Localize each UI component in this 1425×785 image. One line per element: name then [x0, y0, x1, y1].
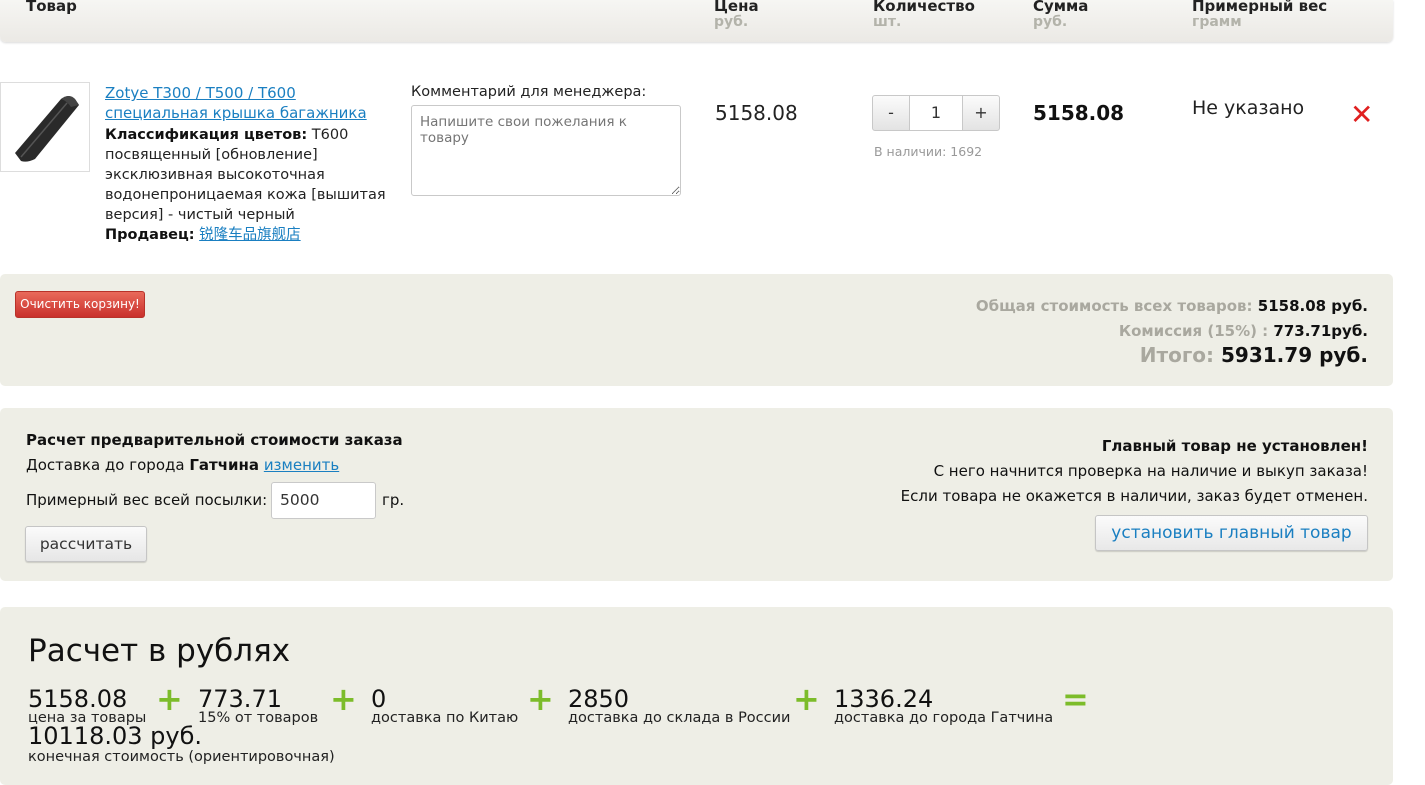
- total-goods-row: Общая стоимость всех товаров: 5158.08 ру…: [975, 297, 1368, 315]
- seller-link[interactable]: 锐隆车品旗舰店: [199, 227, 301, 243]
- cart-table-header: Товар Цена руб. Количество шт. Сумма руб…: [0, 0, 1393, 42]
- delivery-city-line: Доставка до города Гатчина изменить: [26, 456, 340, 474]
- set-main-item-button[interactable]: установить главный товар: [1095, 515, 1368, 551]
- estimate-title: Расчет предварительной стоимости заказа: [26, 431, 403, 449]
- item-sum: 5158.08: [1033, 101, 1125, 125]
- manager-comment-input[interactable]: [411, 105, 681, 196]
- change-city-link[interactable]: изменить: [264, 456, 339, 474]
- grand-total-row: Итого: 5931.79 руб.: [1139, 343, 1368, 367]
- item-price: 5158.08: [715, 101, 798, 125]
- product-name-link[interactable]: Zotye T300 / T500 / T600 специальная кры…: [105, 83, 395, 123]
- plus-sign: +: [156, 680, 183, 718]
- main-item-info-1: С него начнится проверка на наличие и вы…: [933, 462, 1368, 480]
- header-sum: Сумма руб.: [1033, 0, 1089, 30]
- calculate-button[interactable]: рассчитать: [25, 526, 147, 562]
- equals-sign: =: [1062, 680, 1089, 718]
- rub-calc-title: Расчет в рублях: [28, 633, 291, 669]
- quantity-stepper: - 1 +: [872, 95, 1002, 131]
- comment-label: Комментарий для менеджера:: [411, 84, 647, 100]
- seller-label: Продавец:: [105, 227, 195, 243]
- qty-increase-button[interactable]: +: [962, 95, 1000, 131]
- product-thumbnail[interactable]: [0, 82, 90, 172]
- parcel-weight-label: Примерный вес всей посылки:: [26, 491, 268, 509]
- qty-input[interactable]: 1: [909, 95, 963, 131]
- trunk-cover-image: [1, 83, 89, 171]
- delivery-city: Гатчина: [189, 456, 260, 474]
- weight-unit: гр.: [382, 491, 405, 509]
- product-description: Классификация цветов: T600 посвященный […: [105, 125, 395, 245]
- header-price: Цена руб.: [714, 0, 759, 30]
- plus-sign: +: [793, 680, 820, 718]
- header-weight: Примерный вес грамм: [1192, 0, 1328, 30]
- plus-sign: +: [527, 680, 554, 718]
- commission-row: Комиссия (15%) : 773.71руб.: [1118, 322, 1368, 340]
- term-china-delivery: 0 доставка по Китаю: [371, 685, 519, 726]
- plus-sign: +: [330, 680, 357, 718]
- header-qty: Количество шт.: [873, 0, 975, 30]
- term-goods-price: 5158.08 цена за товары: [28, 685, 147, 726]
- final-cost: 10118.03 руб. конечная стоимость (ориент…: [28, 722, 335, 765]
- stock-count: В наличии: 1692: [874, 144, 983, 159]
- term-commission: 773.71 15% от товаров: [198, 685, 319, 726]
- header-product: Товар: [26, 0, 77, 15]
- remove-item-icon[interactable]: ✕: [1350, 98, 1373, 131]
- color-classification-label: Классификация цветов:: [105, 127, 308, 143]
- main-item-warning: Главный товар не установлен!: [1101, 437, 1368, 455]
- qty-decrease-button[interactable]: -: [872, 95, 910, 131]
- clear-cart-button[interactable]: Очистить корзину!: [15, 291, 145, 318]
- main-item-info-2: Если товара не окажется в наличии, заказ…: [900, 487, 1368, 505]
- term-russia-warehouse-delivery: 2850 доставка до склада в России: [568, 685, 791, 726]
- parcel-weight-input[interactable]: 5000: [271, 482, 376, 519]
- term-city-delivery: 1336.24 доставка до города Гатчина: [834, 685, 1054, 726]
- item-weight: Не указано: [1192, 97, 1305, 119]
